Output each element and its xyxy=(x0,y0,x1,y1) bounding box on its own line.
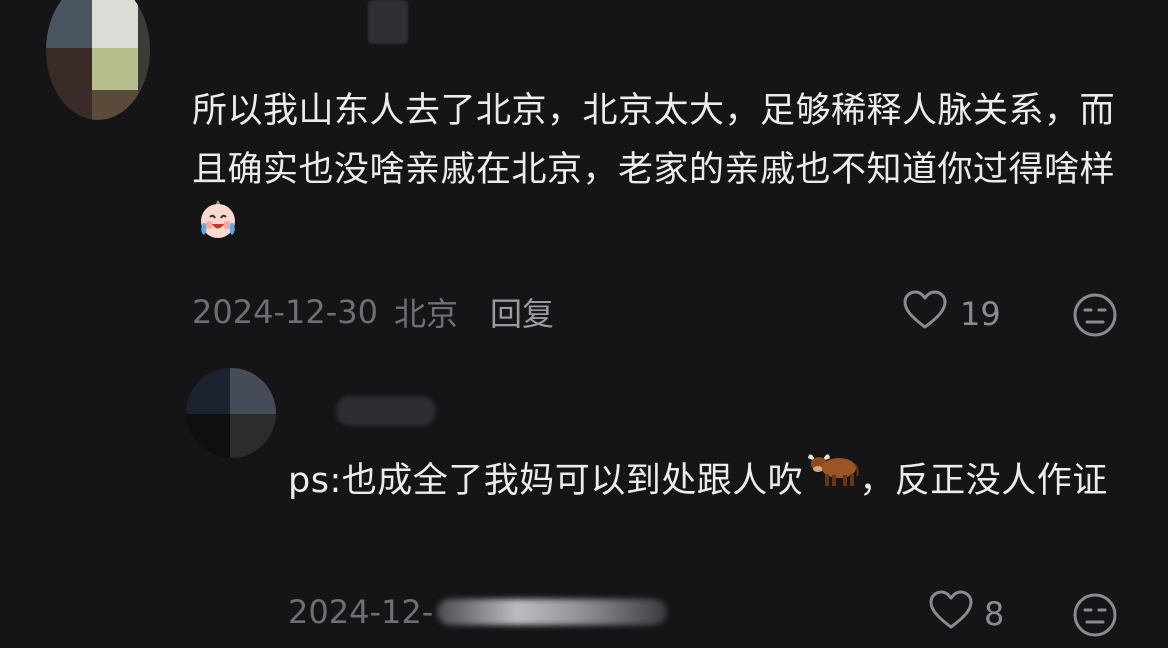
heart-icon xyxy=(902,290,948,338)
avatar-pixel xyxy=(92,90,138,120)
avatar-pixel xyxy=(138,0,150,120)
heart-icon xyxy=(928,590,974,638)
comment-meta: 2024-12-30 北京 回复 xyxy=(192,290,554,334)
avatar-pixel xyxy=(92,0,138,48)
reply-date: 2024-12- xyxy=(288,593,434,631)
reply-meta: 2024-12- xyxy=(288,590,668,634)
reply-username-redacted[interactable] xyxy=(336,396,436,426)
dislike-face-icon[interactable] xyxy=(1072,592,1118,638)
avatar-pixel xyxy=(230,414,276,458)
comment-text: 所以我山东人去了北京，北京太大，足够稀释人脉关系，而且确实也没啥亲戚在北京，老家… xyxy=(192,91,1116,190)
reply-avatar[interactable] xyxy=(186,368,276,458)
reply-text: ps:也成全了我妈可以到处跟人吹 xyxy=(288,461,804,501)
avatar-pixel xyxy=(230,368,276,414)
comment-date: 2024-12-30 xyxy=(192,293,378,331)
meta-redacted xyxy=(437,599,668,625)
avatar-pixel xyxy=(186,414,230,458)
avatar[interactable] xyxy=(46,0,150,120)
avatar-pixel xyxy=(186,368,230,414)
comment-location: 北京 xyxy=(393,295,458,333)
crying-laughing-face-icon xyxy=(196,197,240,260)
reply-like-button[interactable]: 8 xyxy=(928,590,1005,638)
avatar-pixel xyxy=(46,0,92,48)
dislike-face-icon[interactable] xyxy=(1072,292,1118,338)
avatar-pixel xyxy=(46,48,92,120)
reply-body: ps:也成全了我妈可以到处跟人吹 ，反正没人作证 xyxy=(288,452,1128,512)
reply-button[interactable]: 回复 xyxy=(490,289,554,335)
avatar-pixel xyxy=(92,48,138,90)
like-count: 19 xyxy=(960,295,1001,333)
like-button[interactable]: 19 xyxy=(902,290,1001,338)
ox-icon xyxy=(807,450,859,509)
username-redacted[interactable] xyxy=(368,0,408,44)
reply-text-after: ，反正没人作证 xyxy=(859,461,1108,501)
comment-body: 所以我山东人去了北京，北京太大，足够稀释人脉关系，而且确实也没啥亲戚在北京，老家… xyxy=(192,82,1122,263)
reply-like-count: 8 xyxy=(984,595,1005,633)
